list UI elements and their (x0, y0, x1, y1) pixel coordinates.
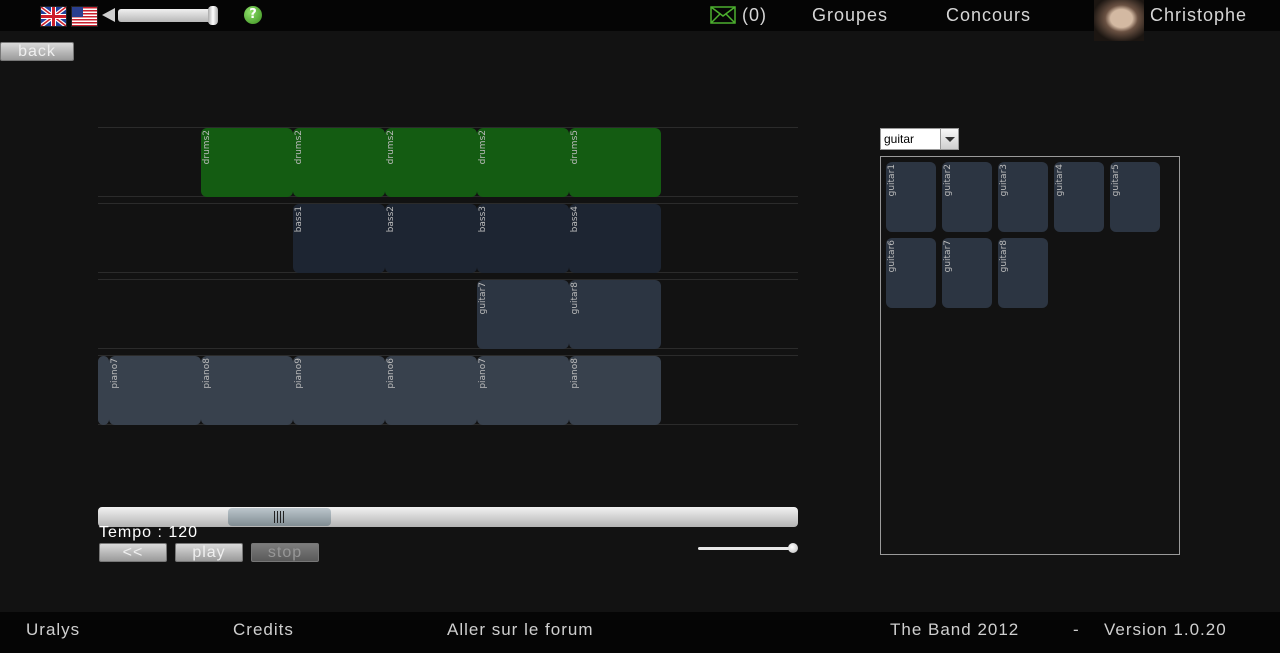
instrument-select[interactable]: guitar (880, 128, 959, 150)
timeline-clip[interactable]: bass3 (477, 204, 569, 273)
footer-forum-link[interactable]: Aller sur le forum (447, 620, 593, 640)
tempo-display: Tempo : 120 (99, 524, 199, 541)
timeline-clip[interactable]: bass2 (385, 204, 477, 273)
timeline-clip[interactable]: piano9 (293, 356, 385, 425)
stop-button[interactable]: stop (251, 543, 319, 562)
scroll-grip-icon (283, 511, 284, 523)
scroll-grip-icon (280, 511, 281, 523)
clip-label: bass2 (386, 206, 396, 233)
library-clip[interactable]: guitar5 (1110, 162, 1160, 232)
clip-label: drums2 (386, 130, 396, 165)
clip-label: piano7 (110, 358, 120, 389)
library-clip[interactable]: guitar6 (886, 238, 936, 308)
timeline-clip[interactable]: drums5 (569, 128, 661, 197)
scroll-grip-icon (274, 511, 275, 523)
clip-label: piano9 (294, 358, 304, 389)
timeline-clip[interactable]: drums2 (201, 128, 293, 197)
footer-separator: - (1073, 620, 1080, 639)
volume-slider-thumb[interactable] (208, 6, 218, 25)
timeline-clip[interactable]: drums2 (385, 128, 477, 197)
messages-count[interactable]: (0) (742, 5, 767, 25)
library-clip[interactable]: guitar8 (998, 238, 1048, 308)
clip-label: drums2 (294, 130, 304, 165)
clip-label: guitar3 (999, 164, 1009, 197)
clip-label: piano8 (570, 358, 580, 389)
us-flag-icon[interactable] (71, 6, 98, 27)
speaker-icon (102, 8, 115, 22)
timeline-clip-partial[interactable] (98, 356, 109, 425)
library-clip[interactable]: guitar7 (942, 238, 992, 308)
clip-label: bass3 (478, 206, 488, 233)
clip-label: piano8 (202, 358, 212, 389)
clip-label: guitar5 (1111, 164, 1121, 197)
timeline-clip[interactable]: bass1 (293, 204, 385, 273)
timeline-clip[interactable]: guitar8 (569, 280, 661, 349)
footer-copyright: The Band 2012 (890, 620, 1020, 639)
chevron-down-icon (945, 137, 955, 142)
instrument-select-value: guitar (884, 132, 915, 146)
clip-label: drums5 (570, 130, 580, 165)
timeline-clip[interactable]: piano8 (201, 356, 293, 425)
scroll-grip-icon (277, 511, 278, 523)
footer-company-link[interactable]: Uralys (26, 620, 80, 640)
timeline-clip[interactable]: piano8 (569, 356, 661, 425)
library-clip[interactable]: guitar4 (1054, 162, 1104, 232)
play-button[interactable]: play (175, 543, 243, 562)
clip-label: guitar1 (887, 164, 897, 197)
footer (0, 612, 1280, 653)
timeline-clip[interactable]: piano7 (109, 356, 201, 425)
track-divider (98, 348, 798, 349)
library-clip[interactable]: guitar1 (886, 162, 936, 232)
envelope-icon[interactable] (710, 6, 736, 24)
select-dropdown-button[interactable] (940, 129, 958, 149)
footer-version: Version 1.0.20 (1104, 620, 1227, 639)
library-clip[interactable]: guitar3 (998, 162, 1048, 232)
uk-flag-icon[interactable] (40, 6, 67, 27)
clip-label: bass4 (570, 206, 580, 233)
nav-contests-link[interactable]: Concours (946, 5, 1031, 25)
timeline-clip[interactable]: guitar7 (477, 280, 569, 349)
clip-label: drums2 (478, 130, 488, 165)
clip-label: guitar7 (478, 282, 488, 315)
clip-library-panel: guitar1 guitar2 guitar3 guitar4 guitar5 … (880, 156, 1180, 555)
timeline-clip[interactable]: bass4 (569, 204, 661, 273)
user-name-link[interactable]: Christophe (1150, 5, 1247, 25)
timeline-clip[interactable]: piano7 (477, 356, 569, 425)
clip-label: bass1 (294, 206, 304, 233)
footer-credits-link[interactable]: Credits (233, 620, 294, 640)
clip-label: guitar4 (1055, 164, 1065, 197)
help-icon[interactable]: ? (244, 6, 262, 24)
clip-label: guitar2 (943, 164, 953, 197)
back-button[interactable]: back (0, 42, 74, 61)
timeline-clip[interactable]: drums2 (477, 128, 569, 197)
clip-label: guitar6 (887, 240, 897, 273)
timeline-clip[interactable]: drums2 (293, 128, 385, 197)
clip-label: guitar8 (999, 240, 1009, 273)
zoom-slider-thumb[interactable] (788, 543, 798, 553)
library-clip[interactable]: guitar2 (942, 162, 992, 232)
clip-label: guitar7 (943, 240, 953, 273)
clip-label: guitar8 (570, 282, 580, 315)
track-divider (98, 279, 798, 280)
zoom-slider[interactable] (698, 547, 790, 550)
clip-label: piano7 (478, 358, 488, 389)
rewind-button[interactable]: << (99, 543, 167, 562)
avatar[interactable] (1094, 0, 1144, 41)
nav-groups-link[interactable]: Groupes (812, 5, 888, 25)
timeline-clip[interactable]: piano6 (385, 356, 477, 425)
volume-slider[interactable] (118, 9, 218, 22)
clip-label: piano6 (386, 358, 396, 389)
timeline-scrollbar[interactable] (98, 507, 798, 527)
clip-label: drums2 (202, 130, 212, 165)
